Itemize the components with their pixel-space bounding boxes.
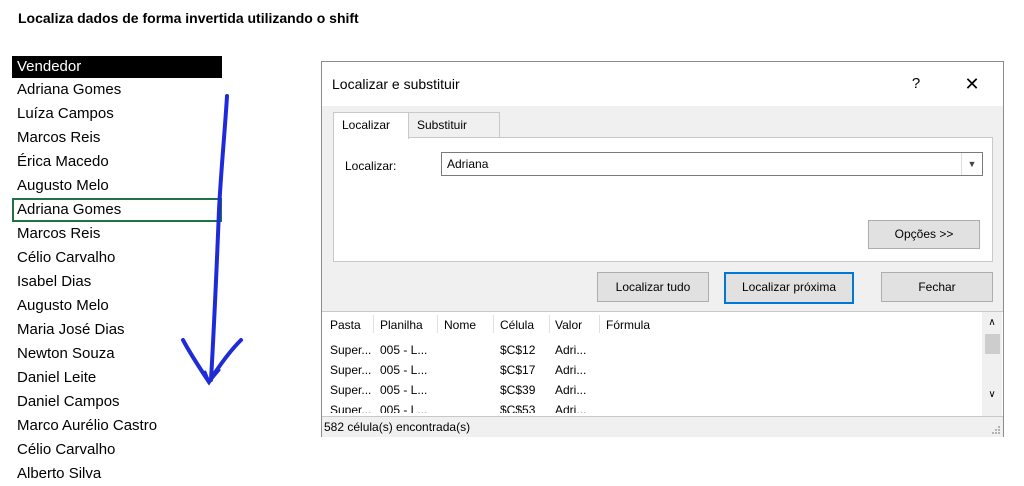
sheet-cell[interactable]: Marco Aurélio Castro (12, 414, 222, 438)
result-celula[interactable]: $C$53 (500, 403, 535, 413)
result-planilha[interactable]: 005 - L... (380, 383, 427, 397)
tab-localizar[interactable]: Localizar (333, 112, 409, 139)
results-column-header[interactable]: Valor (555, 318, 582, 332)
result-pasta[interactable]: Super... (330, 343, 371, 357)
column-header-vendedor[interactable]: Vendedor (12, 56, 222, 78)
find-all-button[interactable]: Localizar tudo (597, 272, 709, 302)
results-column-header[interactable]: Planilha (380, 318, 423, 332)
column-divider[interactable] (493, 315, 494, 333)
column-divider[interactable] (437, 315, 438, 333)
results-column-header[interactable]: Fórmula (606, 318, 650, 332)
page-title: Localiza dados de forma invertida utiliz… (18, 10, 359, 26)
tab-localizar-label: Localizar (342, 118, 391, 132)
chevron-up-icon[interactable]: ∧ (982, 315, 1002, 331)
result-pasta[interactable]: Super... (330, 383, 371, 397)
sheet-cell[interactable]: Célio Carvalho (12, 438, 222, 462)
results-column-header[interactable]: Nome (444, 318, 476, 332)
result-valor[interactable]: Adri... (555, 343, 586, 357)
find-what-input[interactable] (444, 154, 960, 173)
dialog-titlebar[interactable]: Localizar e substituir ? ✕ (322, 62, 1003, 106)
column-divider[interactable] (599, 315, 600, 333)
find-what-label: Localizar: (345, 159, 397, 173)
find-replace-dialog: Localizar e substituir ? ✕ Localizar Sub… (321, 61, 1004, 437)
results-list[interactable]: Pasta Planilha Nome Célula Valor Fórmula… (322, 311, 1003, 417)
scrollbar-thumb[interactable] (985, 334, 1000, 354)
column-divider[interactable] (549, 315, 550, 333)
result-celula[interactable]: $C$39 (500, 383, 535, 397)
chevron-down-icon[interactable]: ▼ (961, 153, 982, 175)
result-pasta[interactable]: Super... (330, 363, 371, 377)
result-planilha[interactable]: 005 - L... (380, 343, 427, 357)
sheet-cell[interactable]: Alberto Silva (12, 462, 222, 486)
results-count-status: 582 célula(s) encontrada(s) (324, 420, 471, 434)
result-row-partial[interactable]: Super... 005 - L... $C$53 Adri... (322, 403, 982, 413)
dialog-title: Localizar e substituir (332, 76, 460, 92)
find-what-combobox[interactable]: ▼ (441, 152, 983, 176)
resize-grip-icon[interactable] (991, 425, 1001, 435)
result-pasta[interactable]: Super... (330, 403, 371, 413)
hand-drawn-down-arrow (181, 94, 243, 386)
tab-substituir[interactable]: Substituir (408, 112, 500, 138)
results-scrollbar[interactable]: ∧ ∨ (982, 312, 1002, 417)
help-button[interactable]: ? (904, 72, 928, 96)
find-tab-panel: Localizar: ▼ Opções >> (333, 137, 993, 262)
find-next-button[interactable]: Localizar próxima (724, 272, 854, 304)
close-button[interactable]: Fechar (881, 272, 993, 302)
result-celula[interactable]: $C$17 (500, 363, 535, 377)
result-planilha[interactable]: 005 - L... (380, 363, 427, 377)
results-column-header[interactable]: Célula (500, 318, 534, 332)
tab-substituir-label: Substituir (417, 118, 468, 132)
result-valor[interactable]: Adri... (555, 403, 586, 413)
chevron-down-icon[interactable]: ∨ (982, 387, 1002, 403)
result-valor[interactable]: Adri... (555, 363, 586, 377)
close-icon[interactable]: ✕ (958, 72, 986, 96)
results-column-header[interactable]: Pasta (330, 318, 361, 332)
result-valor[interactable]: Adri... (555, 383, 586, 397)
result-celula[interactable]: $C$12 (500, 343, 535, 357)
result-planilha[interactable]: 005 - L... (380, 403, 427, 413)
options-button[interactable]: Opções >> (868, 220, 980, 249)
status-bar: 582 célula(s) encontrada(s) (322, 416, 1003, 437)
column-divider[interactable] (373, 315, 374, 333)
